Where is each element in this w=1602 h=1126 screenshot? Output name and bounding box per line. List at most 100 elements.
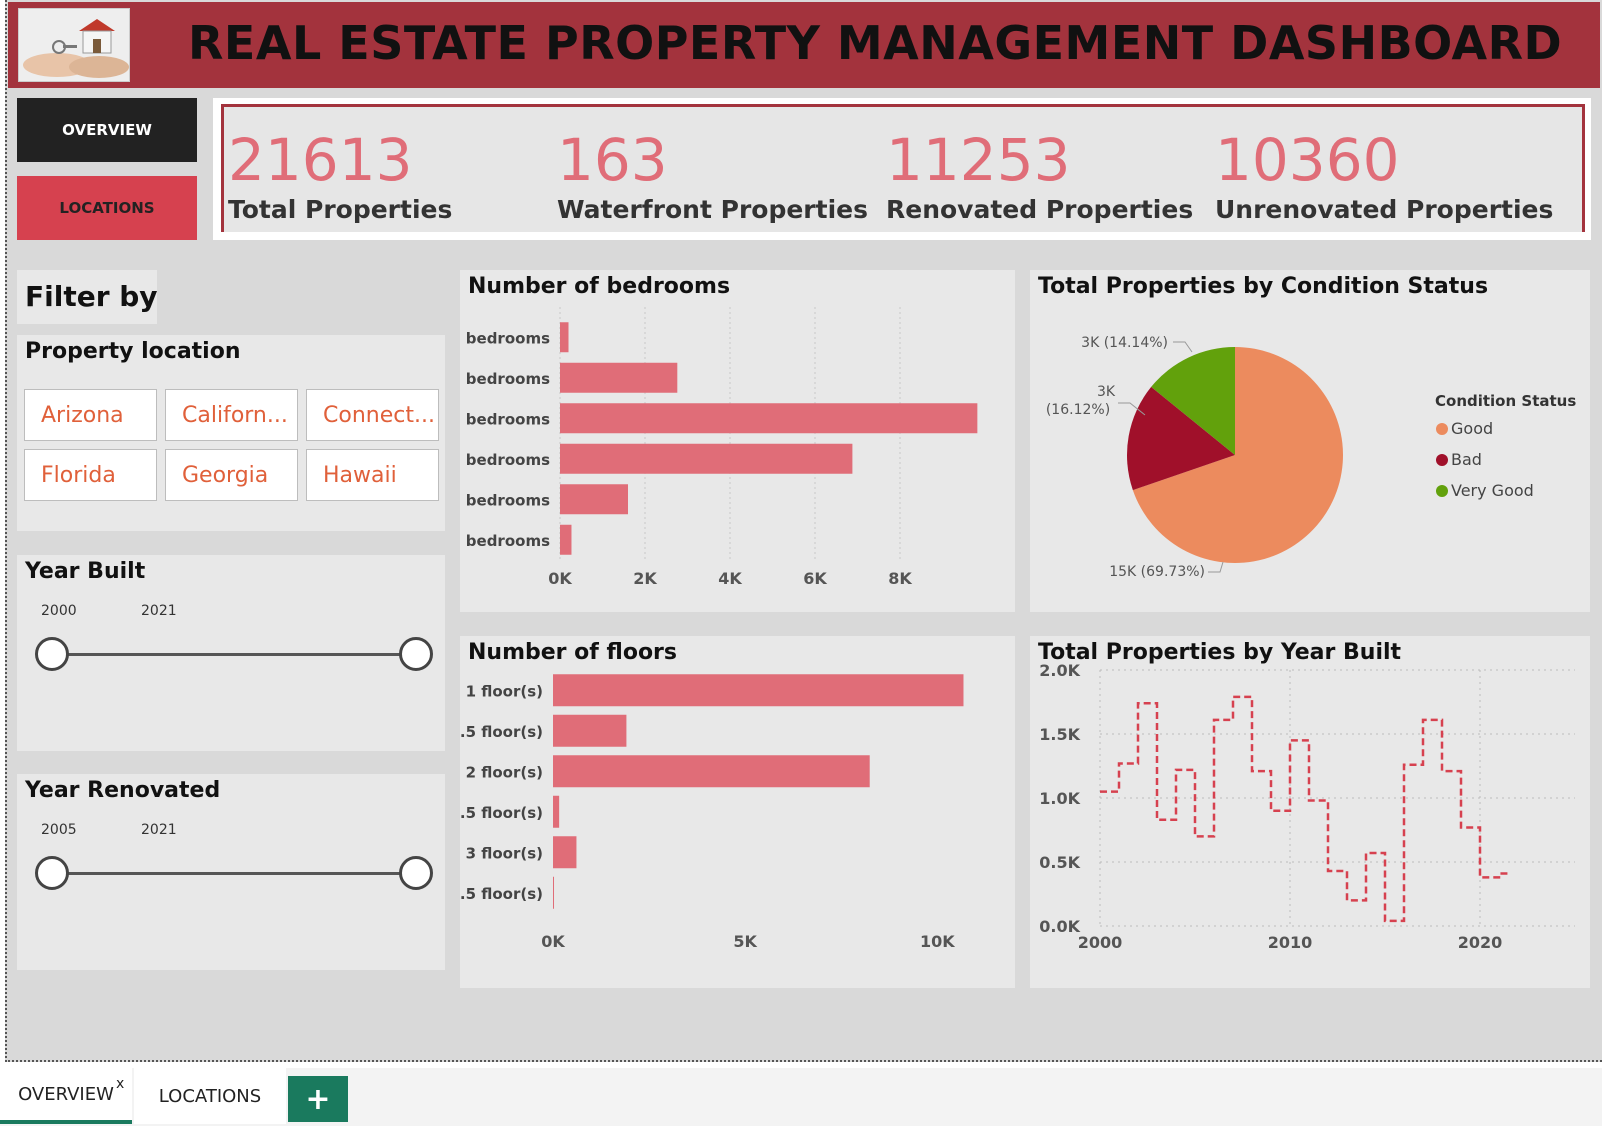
kpi-value: 21613 bbox=[228, 126, 413, 194]
category-label: 6 bedrooms bbox=[460, 532, 550, 550]
page-title: REAL ESTATE PROPERTY MANAGEMENT DASHBOAR… bbox=[188, 16, 1563, 70]
floors-chart-panel: Number of floors 1 floor(s)1.5 floor(s)2… bbox=[460, 636, 1015, 988]
data-label: 3K (14.14%) bbox=[1081, 335, 1168, 351]
year-built-line-chart: 0.0K 0.5K 1.0K 1.5K 2.0K 2000 2010 2020 bbox=[1039, 661, 1575, 952]
category-label: 1.5 floor(s) bbox=[460, 723, 543, 741]
series-line bbox=[1100, 695, 1509, 923]
bar bbox=[560, 443, 853, 474]
slider-min-value: 2000 bbox=[41, 603, 77, 619]
condition-chart-panel: Total Properties by Condition Status 15K… bbox=[1030, 270, 1590, 612]
kpi-label: Unrenovated Properties bbox=[1215, 195, 1554, 224]
bar bbox=[560, 484, 628, 515]
x-tick-label: 2000 bbox=[1078, 933, 1123, 952]
year-built-chart-panel: Total Properties by Year Built 0.0K 0.5K 1… bbox=[1030, 636, 1590, 988]
overview-button[interactable]: OVERVIEW bbox=[17, 98, 197, 162]
category-label: 5 bedrooms bbox=[460, 491, 550, 509]
kpi-label: Waterfront Properties bbox=[557, 195, 868, 224]
filter-title: Filter by bbox=[25, 280, 158, 313]
slider-track[interactable] bbox=[51, 653, 415, 656]
y-tick-label: 1.0K bbox=[1039, 789, 1080, 808]
house-keys-image bbox=[18, 8, 130, 82]
kpi-card: 21613 Total Properties 163 Waterfront Pr… bbox=[213, 98, 1591, 240]
condition-pie-chart: 15K (69.73%) 3K (16.12%) 3K (14.14%) Conditi… bbox=[1046, 335, 1576, 580]
dashboard-header: REAL ESTATE PROPERTY MANAGEMENT DASHBOAR… bbox=[8, 2, 1600, 88]
location-option-georgia[interactable]: Georgia bbox=[165, 449, 298, 501]
category-label: 2.5 floor(s) bbox=[460, 804, 543, 822]
legend-marker bbox=[1436, 423, 1448, 435]
category-label: 2 floor(s) bbox=[466, 763, 543, 781]
category-label: 1 bedrooms bbox=[460, 329, 550, 347]
x-tick-label: 0K bbox=[548, 569, 572, 588]
kpi-renovated-properties: 11253 Renovated Properties bbox=[886, 129, 1193, 224]
x-tick-label: 2K bbox=[633, 569, 657, 588]
y-tick-label: 0.5K bbox=[1039, 853, 1080, 872]
slicer-title: Property location bbox=[25, 339, 241, 364]
category-label: 4 bedrooms bbox=[460, 451, 550, 469]
legend-label: Very Good bbox=[1451, 481, 1534, 500]
add-page-button[interactable]: + bbox=[288, 1076, 348, 1122]
close-icon[interactable]: x bbox=[116, 1076, 124, 1092]
data-label: 3K bbox=[1097, 384, 1116, 400]
kpi-waterfront-properties: 163 Waterfront Properties bbox=[557, 129, 868, 224]
x-tick-label: 6K bbox=[803, 569, 827, 588]
slider-track[interactable] bbox=[51, 872, 415, 875]
x-tick-label: 0K bbox=[541, 932, 565, 951]
locations-button[interactable]: LOCATIONS bbox=[17, 176, 197, 240]
legend-title: Condition Status bbox=[1435, 392, 1576, 410]
kpi-unrenovated-properties: 10360 Unrenovated Properties bbox=[1215, 129, 1553, 224]
leader-line bbox=[1208, 561, 1224, 573]
bedrooms-chart-panel: Number of bedrooms 1 bedrooms 2 bedrooms 3… bbox=[460, 270, 1015, 612]
bar bbox=[560, 524, 572, 555]
kpi-container: 21613 Total Properties 163 Waterfront Pr… bbox=[221, 104, 1585, 232]
location-option-connecticut[interactable]: Connect... bbox=[306, 389, 439, 441]
x-tick-label: 10K bbox=[920, 932, 955, 951]
kpi-label: Total Properties bbox=[228, 195, 453, 224]
legend-label: Bad bbox=[1451, 450, 1482, 469]
category-label: 3.5 floor(s) bbox=[460, 885, 543, 903]
y-tick-label: 1.5K bbox=[1039, 725, 1080, 744]
x-tick-label: 2020 bbox=[1458, 933, 1503, 952]
year-renovated-slicer: Year Renovated 2005 2021 bbox=[17, 774, 445, 970]
tab-locations[interactable]: LOCATIONS bbox=[134, 1068, 286, 1124]
y-tick-label: 2.0K bbox=[1039, 661, 1080, 680]
slider-min-value: 2005 bbox=[41, 822, 77, 838]
legend-marker bbox=[1436, 485, 1448, 497]
slider-high-handle[interactable] bbox=[399, 856, 433, 890]
bar bbox=[553, 876, 554, 909]
kpi-label: Renovated Properties bbox=[886, 195, 1194, 224]
bedrooms-bar-chart: 1 bedrooms 2 bedrooms 3 bedrooms 4 bedrooms… bbox=[460, 307, 978, 588]
x-tick-label: 2010 bbox=[1268, 933, 1313, 952]
kpi-total-properties: 21613 Total Properties bbox=[228, 129, 452, 224]
bar bbox=[553, 795, 560, 828]
tab-overview[interactable]: OVERVIEW bbox=[0, 1068, 132, 1124]
slider-max-value: 2021 bbox=[141, 603, 177, 619]
location-option-california[interactable]: Californ... bbox=[165, 389, 298, 441]
category-label: 2 bedrooms bbox=[460, 370, 550, 388]
location-option-arizona[interactable]: Arizona bbox=[24, 389, 157, 441]
location-option-florida[interactable]: Florida bbox=[24, 449, 157, 501]
page-tab-bar: OVERVIEW x LOCATIONS + bbox=[0, 1068, 1602, 1126]
slider-low-handle[interactable] bbox=[35, 637, 69, 671]
legend-marker bbox=[1436, 454, 1448, 466]
filter-by-header: Filter by bbox=[17, 270, 158, 324]
location-option-hawaii[interactable]: Hawaii bbox=[306, 449, 439, 501]
floors-bar-chart: 1 floor(s) 1.5 floor(s) 2 floor(s) 2.5 floo… bbox=[460, 674, 964, 951]
category-label: 1 floor(s) bbox=[466, 682, 543, 700]
bar bbox=[553, 755, 870, 788]
x-tick-label: 4K bbox=[718, 569, 742, 588]
kpi-value: 163 bbox=[557, 126, 668, 194]
x-tick-label: 8K bbox=[888, 569, 912, 588]
bar bbox=[553, 836, 577, 869]
slider-low-handle[interactable] bbox=[35, 856, 69, 890]
legend-label: Good bbox=[1451, 419, 1493, 438]
category-label: 3 floor(s) bbox=[466, 844, 543, 862]
slicer-title: Year Renovated bbox=[25, 778, 221, 803]
data-label: 15K (69.73%) bbox=[1109, 564, 1205, 580]
kpi-value: 10360 bbox=[1215, 126, 1400, 194]
slicer-title: Year Built bbox=[25, 559, 146, 584]
data-label: (16.12%) bbox=[1046, 402, 1110, 418]
slider-high-handle[interactable] bbox=[399, 637, 433, 671]
y-tick-label: 0.0K bbox=[1039, 917, 1080, 936]
bar bbox=[560, 322, 569, 353]
year-built-slicer: Year Built 2000 2021 bbox=[17, 555, 445, 751]
